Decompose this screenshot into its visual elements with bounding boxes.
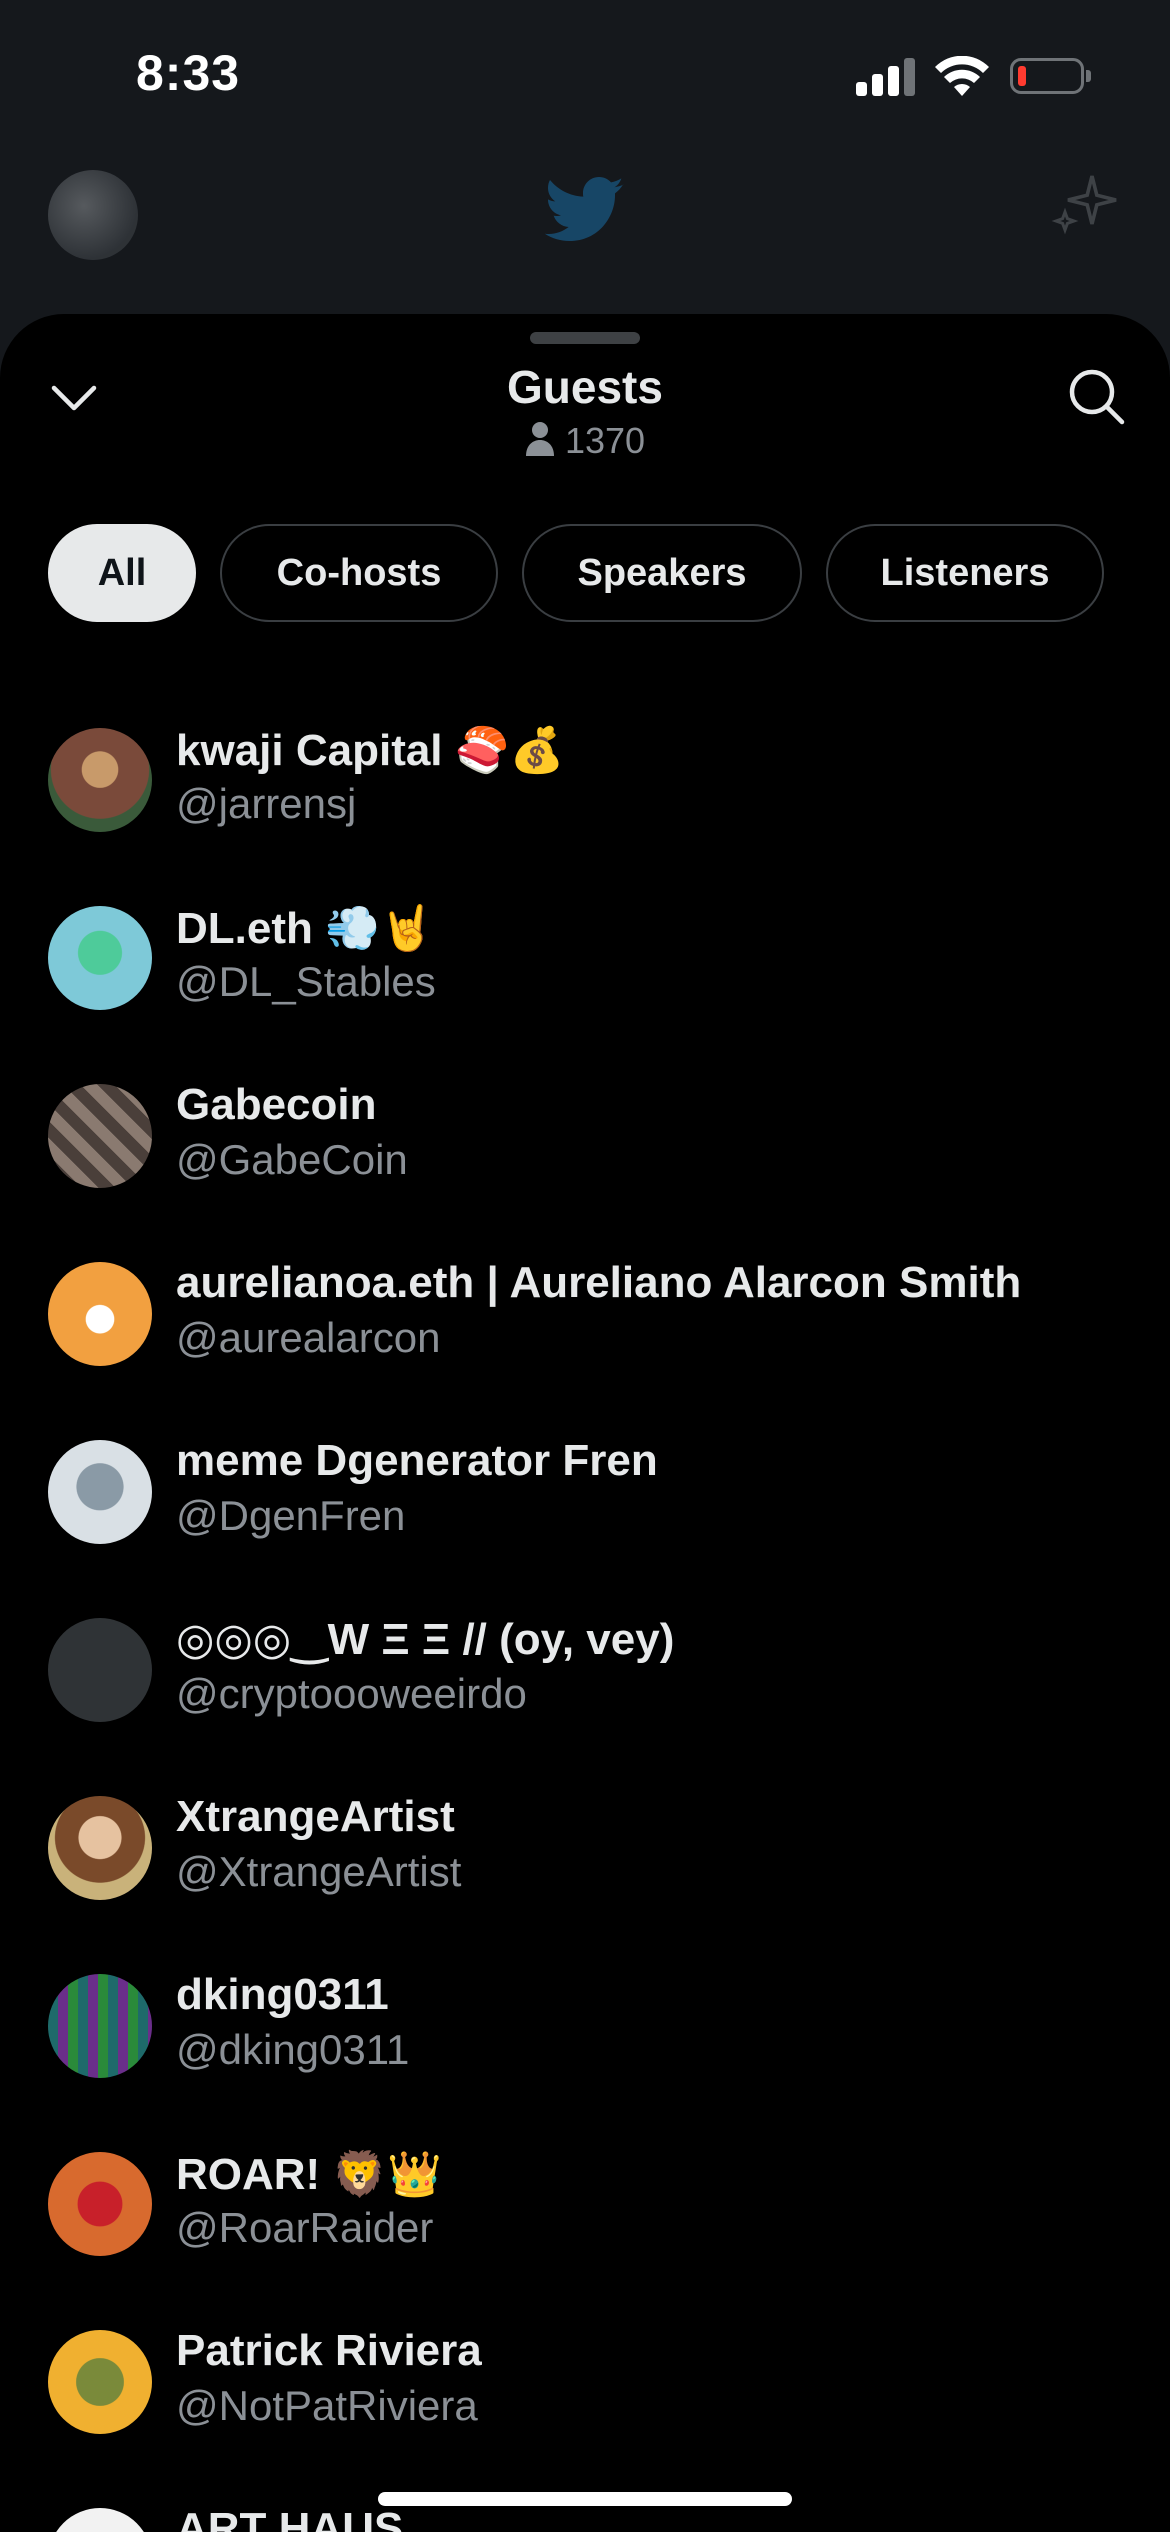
sparkle-icon [1051,175,1117,235]
listener-count: 1370 [0,420,1170,462]
guest-name: meme Dgenerator Fren [176,1436,658,1485]
guest-row[interactable]: meme Dgenerator Fren @DgenFren [0,1406,1170,1584]
guest-handle: @GabeCoin [176,1136,408,1183]
avatar [48,2152,152,2256]
guest-name: Patrick Riviera [176,2326,482,2375]
guest-handle: @NotPatRiviera [176,2382,478,2429]
search-icon[interactable] [1064,364,1128,428]
guest-row[interactable]: XtrangeArtist @XtrangeArtist [0,1762,1170,1940]
guest-name: aurelianoa.eth | Aureliano Alarcon Smith [176,1258,1022,1307]
guest-handle: @jarrensj [176,780,357,827]
guest-name: ART HAUS [176,2504,404,2532]
avatar [48,728,152,832]
sheet-title: Guests [507,361,663,413]
guest-handle: @cryptoooweeirdo [176,1670,527,1717]
guest-name: Gabecoin [176,1080,377,1129]
guest-handle: @DgenFren [176,1492,406,1539]
guest-name: kwaji Capital 🍣💰 [176,726,565,775]
filter-tabs: All Co-hosts Speakers Listeners [48,524,1104,622]
avatar [48,1262,152,1366]
avatar [48,1440,152,1544]
guest-name: ◎◎◎‿W Ξ Ξ // (oy, vey) [176,1615,675,1664]
guest-name: XtrangeArtist [176,1792,455,1841]
listener-count-value: 1370 [564,420,646,461]
sheet-grabber[interactable] [530,332,640,344]
wifi-icon [935,56,989,96]
avatar [48,1618,152,1722]
avatar [48,2330,152,2434]
twitter-spaces-screen: 8:33 Guests 1370 All Co-hosts Speakers L… [0,0,1170,2532]
avatar [48,1974,152,2078]
guest-row[interactable]: ◎◎◎‿W Ξ Ξ // (oy, vey) @cryptoooweeirdo [0,1584,1170,1762]
guest-handle: @aurealarcon [176,1314,441,1361]
guest-row[interactable]: aurelianoa.eth | Aureliano Alarcon Smith… [0,1228,1170,1406]
guest-list: kwaji Capital 🍣💰 @jarrensj DL.eth 💨🤘 @DL… [0,694,1170,2532]
avatar [48,2508,152,2532]
filter-all[interactable]: All [48,524,196,622]
guest-row[interactable]: ROAR! 🦁👑 @RoarRaider [0,2118,1170,2296]
person-icon [525,422,554,456]
twitter-bird-icon [545,177,624,241]
guest-row[interactable]: DL.eth 💨🤘 @DL_Stables [0,872,1170,1050]
guest-handle: @RoarRaider [176,2204,434,2251]
cellular-signal-icon [856,58,916,96]
guest-row[interactable]: dking0311 @dking0311 [0,1940,1170,2118]
status-bar: 8:33 [0,0,1170,150]
avatar [48,1084,152,1188]
filter-listeners[interactable]: Listeners [826,524,1104,622]
avatar [48,906,152,1010]
filter-co-hosts[interactable]: Co-hosts [220,524,498,622]
guest-name: dking0311 [176,1970,389,2019]
guest-name: DL.eth 💨🤘 [176,904,435,953]
guest-handle: @XtrangeArtist [176,1848,462,1895]
guest-row[interactable]: Gabecoin @GabeCoin [0,1050,1170,1228]
guest-row[interactable]: kwaji Capital 🍣💰 @jarrensj [0,694,1170,872]
guest-name: ROAR! 🦁👑 [176,2150,442,2199]
home-indicator[interactable] [378,2492,792,2506]
guest-row[interactable]: Patrick Riviera @NotPatRiviera [0,2296,1170,2474]
avatar [48,1796,152,1900]
battery-icon [1010,58,1091,94]
guests-sheet: Guests 1370 All Co-hosts Speakers Listen… [0,314,1170,2532]
guest-handle: @dking0311 [176,2026,410,2073]
guest-handle: @DL_Stables [176,958,436,1005]
background-app-header [0,150,1170,310]
filter-speakers[interactable]: Speakers [522,524,802,622]
status-time: 8:33 [136,45,241,101]
profile-avatar [48,170,138,260]
